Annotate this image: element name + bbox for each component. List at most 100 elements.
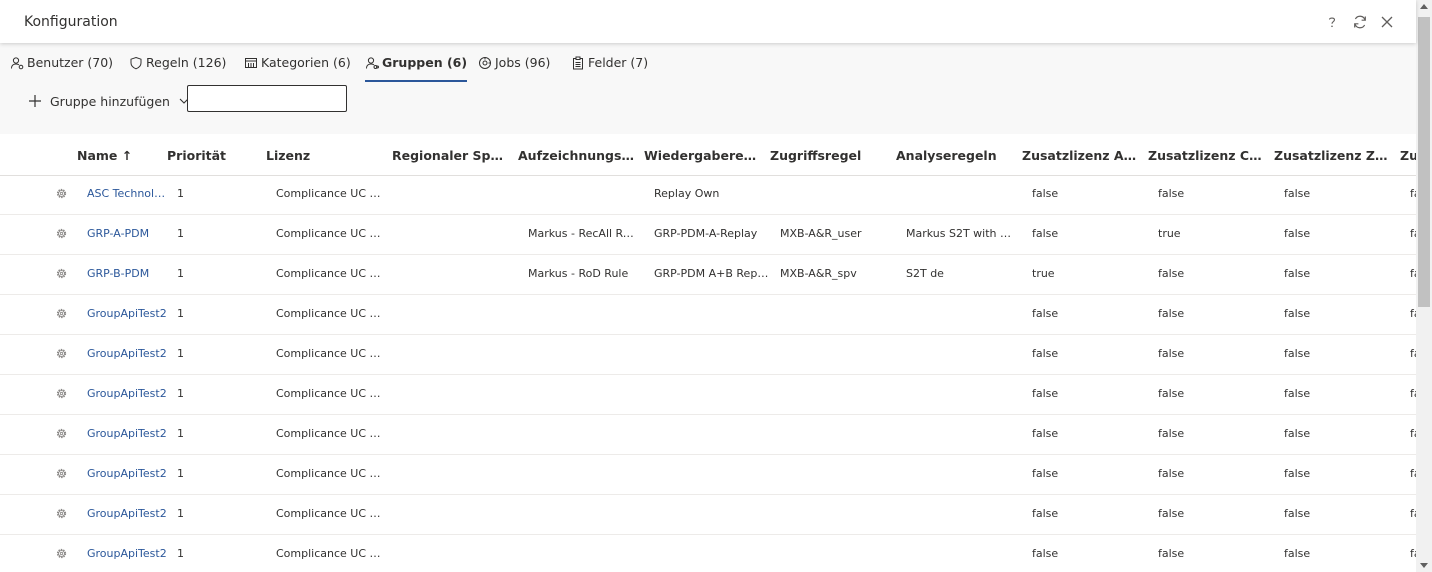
tab-gruppen[interactable]: Gruppen (6): [365, 43, 468, 82]
search-input[interactable]: [187, 85, 347, 112]
cell-name[interactable]: GroupApiTest2: [87, 535, 167, 572]
cell-regionaler-speicher: [402, 375, 520, 414]
cell-lizenz: Complicance UC Rec...: [276, 427, 384, 440]
cell-zusatzlizenz-zoom: false: [1284, 387, 1311, 400]
scroll-up-icon[interactable]: [1420, 4, 1428, 9]
cell-zusatzlizenz-analyse: false: [1032, 507, 1059, 520]
cell-analyseregeln: [906, 375, 1016, 414]
table-row[interactable]: GroupApiTest2 1 Complicance UC Rec... false…: [0, 455, 1416, 495]
cell-regionaler-speicher: [402, 215, 520, 254]
cell-prioritaet: 1: [177, 467, 184, 480]
cell-zusatzlizenz-analyse: false: [1032, 307, 1059, 320]
cell-analyseregeln: [906, 335, 1016, 374]
add-group-button[interactable]: Gruppe hinzufügen: [28, 91, 190, 111]
jobs-icon: [478, 56, 492, 70]
cell-name[interactable]: GroupApiTest2: [87, 295, 167, 334]
cell-zusatzlizenz-zoom: false: [1284, 227, 1311, 240]
table-row[interactable]: GroupApiTest2 1 Complicance UC Rec... false…: [0, 535, 1416, 572]
cell-analyseregeln: [906, 295, 1016, 334]
cell-name[interactable]: GRP-B-PDM: [87, 255, 167, 294]
scrollbar-thumb[interactable]: [1418, 17, 1430, 307]
refresh-icon[interactable]: [1350, 12, 1370, 32]
cell-name[interactable]: GroupApiTest2: [87, 335, 167, 374]
settings-gear-icon[interactable]: [55, 507, 68, 520]
settings-gear-icon[interactable]: [55, 187, 68, 200]
cell-name[interactable]: GroupApiTest2: [87, 375, 167, 414]
column-header-prioritaet[interactable]: Priorität: [167, 134, 257, 175]
settings-gear-icon[interactable]: [55, 347, 68, 360]
table-row[interactable]: GroupApiTest2 1 Complicance UC Rec... false…: [0, 295, 1416, 335]
table-row[interactable]: GroupApiTest2 1 Complicance UC Rec... false…: [0, 375, 1416, 415]
cell-name[interactable]: GroupApiTest2: [87, 415, 167, 454]
help-icon[interactable]: [1322, 12, 1342, 32]
cell-analyseregeln: [906, 455, 1016, 494]
scroll-down-icon[interactable]: [1420, 563, 1428, 568]
settings-gear-icon[interactable]: [55, 307, 68, 320]
cell-zusatzlizenz-analyse: false: [1032, 467, 1059, 480]
cell-zugriffsregel: [780, 535, 896, 572]
cell-zusatzlizenz-zoom: false: [1284, 347, 1311, 360]
tab-benutzer[interactable]: Benutzer (70): [10, 43, 113, 82]
vertical-scrollbar[interactable]: [1416, 0, 1432, 572]
cell-zugriffsregel: [780, 495, 896, 534]
close-icon[interactable]: [1377, 12, 1397, 32]
cell-name[interactable]: GRP-A-PDM: [87, 215, 167, 254]
cell-lizenz: Complicance UC Rec...: [276, 227, 384, 240]
user-icon: [10, 56, 24, 70]
column-header-name[interactable]: Name ↑: [77, 134, 157, 175]
settings-gear-icon[interactable]: [55, 387, 68, 400]
cell-zusatzlizenz-analyse: false: [1032, 427, 1059, 440]
cell-aufzeichnungsregel: [528, 335, 638, 374]
table-row[interactable]: GRP-B-PDM 1 Complicance UC Rec... Markus - …: [0, 255, 1416, 295]
settings-gear-icon[interactable]: [55, 467, 68, 480]
column-header-analyseregeln[interactable]: Analyseregeln: [896, 134, 1014, 175]
clipboard-icon: [571, 56, 585, 70]
column-header-zusatzlizenz-zoom[interactable]: Zusatzlizenz Zoom: [1274, 134, 1392, 175]
tab-felder[interactable]: Felder (7): [571, 43, 648, 82]
column-header-aufzeichnungsregel[interactable]: Aufzeichnungsre...: [518, 134, 636, 175]
cell-prioritaet: 1: [177, 387, 184, 400]
column-header-zusatzlizenz-more[interactable]: Zu: [1400, 134, 1416, 175]
column-header-lizenz[interactable]: Lizenz: [266, 134, 381, 175]
settings-gear-icon[interactable]: [55, 547, 68, 560]
cell-zugriffsregel: [780, 335, 896, 374]
cell-zugriffsregel: [780, 295, 896, 334]
tab-label: Kategorien (6): [261, 55, 351, 70]
table-row[interactable]: GroupApiTest2 1 Complicance UC Rec... false…: [0, 335, 1416, 375]
column-header-regionaler-speicher[interactable]: Regionaler Speic...: [392, 134, 510, 175]
cell-aufzeichnungsregel: Markus - RoD Rule: [528, 267, 629, 280]
cell-zugriffsregel: [780, 175, 896, 214]
tab-jobs[interactable]: Jobs (96): [478, 43, 550, 82]
table-row[interactable]: GroupApiTest2 1 Complicance UC Rec... false…: [0, 415, 1416, 455]
tab-kategorien[interactable]: Kategorien (6): [244, 43, 351, 82]
table-body: ASC Technologies 1 Complicance UC Rec... Re…: [0, 175, 1416, 572]
cell-analyseregeln: Markus S2T with TTL...: [906, 227, 1016, 240]
cell-zugriffsregel: MXB-A&R_spv: [780, 267, 857, 280]
cell-name[interactable]: GroupApiTest2: [87, 455, 167, 494]
cell-lizenz: Complicance UC Rec...: [276, 187, 384, 200]
tab-label: Jobs (96): [495, 55, 551, 70]
cell-aufzeichnungsregel: [528, 455, 638, 494]
cell-name[interactable]: GroupApiTest2: [87, 495, 167, 534]
column-header-wiedergaberegel[interactable]: Wiedergaberegel: [644, 134, 762, 175]
cell-name[interactable]: ASC Technologies: [87, 175, 167, 214]
cell-zugriffsregel: [780, 375, 896, 414]
cell-prioritaet: 1: [177, 187, 184, 200]
cell-prioritaet: 1: [177, 307, 184, 320]
settings-gear-icon[interactable]: [55, 267, 68, 280]
settings-gear-icon[interactable]: [55, 227, 68, 240]
cell-zusatzlizenz-chat: false: [1158, 507, 1185, 520]
column-header-zugriffsregel[interactable]: Zugriffsregel: [770, 134, 888, 175]
settings-gear-icon[interactable]: [55, 427, 68, 440]
table-row[interactable]: ASC Technologies 1 Complicance UC Rec... Re…: [0, 175, 1416, 215]
column-header-zusatzlizenz-analyse[interactable]: Zusatzlizenz Ana...: [1022, 134, 1140, 175]
table-row[interactable]: GroupApiTest2 1 Complicance UC Rec... false…: [0, 495, 1416, 535]
tab-regeln[interactable]: Regeln (126): [129, 43, 226, 82]
column-header-zusatzlizenz-chat[interactable]: Zusatzlizenz Cha...: [1148, 134, 1266, 175]
cell-analyseregeln: [906, 175, 1016, 214]
cell-zusatzlizenz-zoom: false: [1284, 467, 1311, 480]
cell-lizenz: Complicance UC Rec...: [276, 547, 384, 560]
cell-lizenz: Complicance UC Rec...: [276, 307, 384, 320]
cell-zusatzlizenz-zoom: false: [1284, 547, 1311, 560]
table-row[interactable]: GRP-A-PDM 1 Complicance UC Rec... Markus - …: [0, 215, 1416, 255]
